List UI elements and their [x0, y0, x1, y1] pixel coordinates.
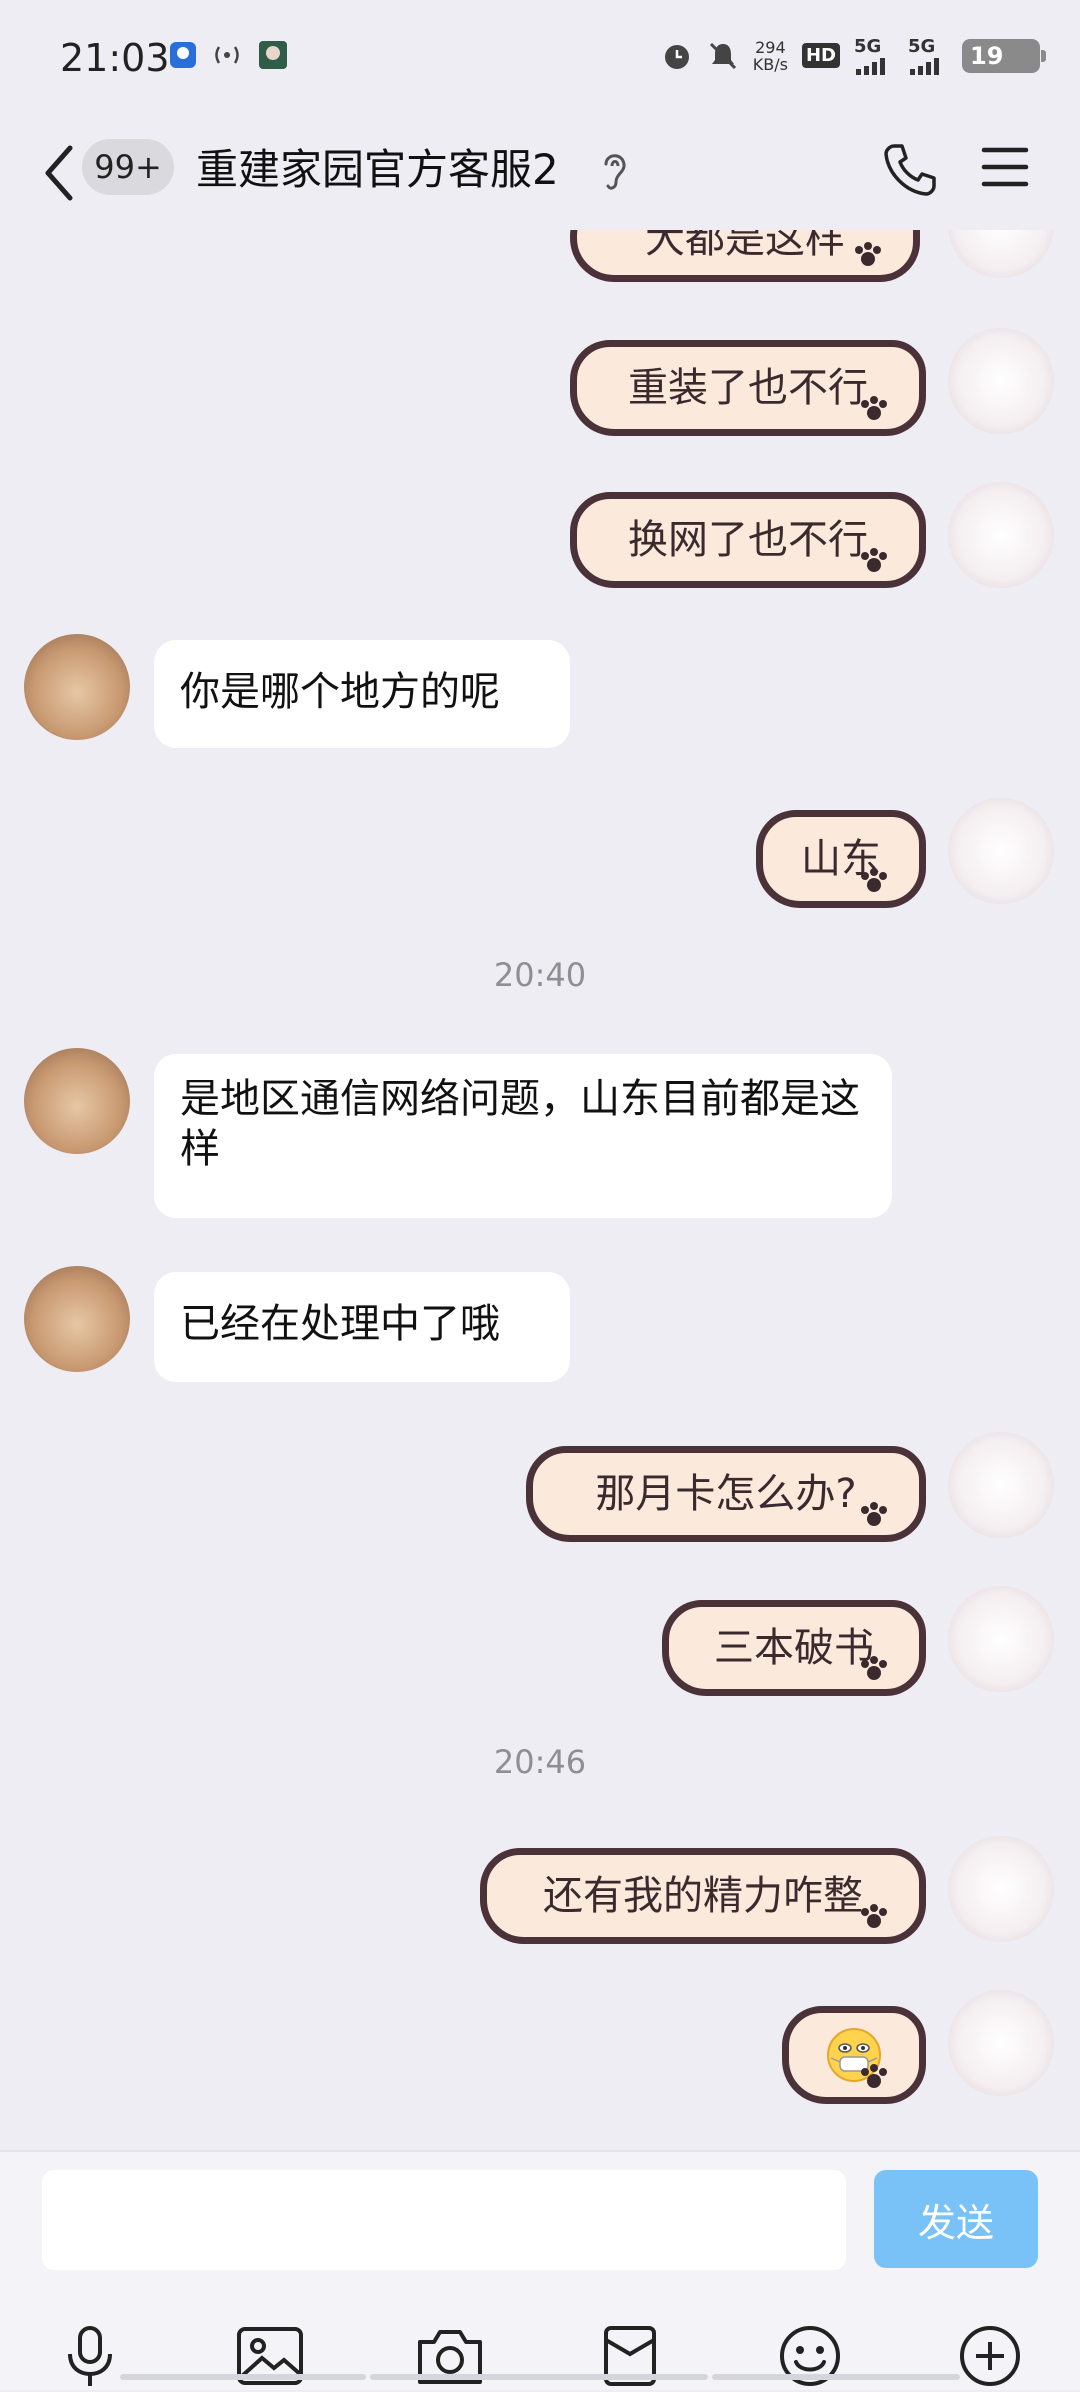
network-speed: 294 KB/s	[752, 37, 788, 74]
plus-button[interactable]	[954, 2320, 1026, 2392]
signal-bars-icon	[910, 58, 939, 75]
agent-avatar[interactable]	[24, 1048, 130, 1154]
menu-icon[interactable]	[980, 142, 1030, 192]
my-avatar[interactable]	[948, 798, 1054, 904]
status-bar: 21:03 294 KB/s HD 5G 5G 19	[0, 0, 1080, 118]
scroll-indicator	[120, 2374, 366, 2380]
hd-indicator: HD	[801, 43, 840, 68]
app-notification-icon	[170, 42, 196, 68]
agent-avatar[interactable]	[24, 634, 130, 740]
message-bubble[interactable]: 是地区通信网络问题，山东目前都是这样	[154, 1054, 892, 1218]
my-avatar[interactable]	[948, 1586, 1054, 1692]
emoji-button[interactable]	[774, 2320, 846, 2392]
paw-icon	[855, 242, 881, 266]
image-button[interactable]	[234, 2320, 306, 2392]
status-right: 294 KB/s HD 5G 5G 19	[661, 36, 1046, 75]
my-avatar[interactable]	[948, 1432, 1054, 1538]
signal-bars-icon	[856, 58, 885, 75]
paw-icon	[861, 1502, 887, 1526]
message-bubble[interactable]: 那月卡怎么办?	[526, 1446, 926, 1542]
status-time: 21:03	[60, 36, 170, 80]
chat-title[interactable]: 重建家园官方客服2	[196, 136, 559, 197]
my-avatar[interactable]	[948, 482, 1054, 588]
my-avatar[interactable]	[948, 328, 1054, 434]
signal-sim2: 5G	[908, 36, 948, 75]
battery-indicator: 19	[962, 38, 1046, 73]
message-bubble[interactable]	[782, 2006, 926, 2104]
message-text: 三本破书	[714, 1625, 874, 1671]
voice-button[interactable]	[54, 2320, 126, 2392]
plus-icon	[960, 2326, 1020, 2386]
message-bubble[interactable]: 山东	[756, 810, 926, 908]
unread-badge[interactable]: 99+	[82, 139, 174, 195]
mic-icon	[68, 2326, 112, 2386]
message-text: 换网了也不行	[628, 517, 868, 563]
app-avatar-icon	[259, 41, 287, 69]
paw-icon	[861, 396, 887, 420]
message-bubble[interactable]: 还有我的精力咋整	[480, 1848, 926, 1944]
message-text: 是地区通信网络问题，山东目前都是这样	[180, 1076, 860, 1172]
message-text: 重装了也不行	[628, 365, 868, 411]
input-bar: 发送	[0, 2150, 1080, 2390]
message-text: 那月卡怎么办?	[595, 1471, 857, 1517]
paw-icon	[861, 1904, 887, 1928]
signal-sim1: 5G	[854, 36, 894, 75]
timestamp: 20:46	[493, 1743, 587, 1781]
message-bubble[interactable]: 重装了也不行	[570, 340, 926, 436]
scroll-indicator	[370, 2374, 708, 2380]
message-bubble[interactable]: 换网了也不行	[570, 492, 926, 588]
message-bubble[interactable]: 你是哪个地方的呢	[154, 640, 570, 748]
red-packet-button[interactable]	[594, 2320, 666, 2392]
agent-avatar[interactable]	[24, 1266, 130, 1372]
paw-icon	[861, 548, 887, 572]
paw-icon	[861, 868, 887, 892]
message-text: 你是哪个地方的呢	[180, 669, 500, 715]
message-text: 还有我的精力咋整	[543, 1873, 863, 1919]
my-avatar[interactable]	[948, 1836, 1054, 1942]
message-text: 已经在处理中了哦	[180, 1301, 500, 1347]
chat-header: 99+ 重建家园官方客服2	[0, 118, 1080, 230]
message-input[interactable]	[42, 2170, 846, 2270]
my-avatar[interactable]	[948, 1990, 1054, 2096]
alarm-icon	[664, 44, 689, 69]
mute-icon	[709, 42, 736, 69]
timestamp: 20:40	[493, 956, 587, 994]
scroll-indicator	[712, 2374, 960, 2380]
paw-icon	[861, 1656, 887, 1680]
ear-icon	[604, 154, 626, 190]
send-button[interactable]: 发送	[874, 2170, 1038, 2268]
camera-button[interactable]	[414, 2320, 486, 2392]
message-bubble[interactable]: 三本破书	[662, 1600, 926, 1696]
back-arrow-icon[interactable]	[38, 138, 88, 208]
paw-icon	[861, 2064, 887, 2088]
message-bubble[interactable]: 已经在处理中了哦	[154, 1272, 570, 1382]
hotspot-icon	[215, 46, 239, 64]
phone-call-icon[interactable]	[880, 140, 940, 200]
